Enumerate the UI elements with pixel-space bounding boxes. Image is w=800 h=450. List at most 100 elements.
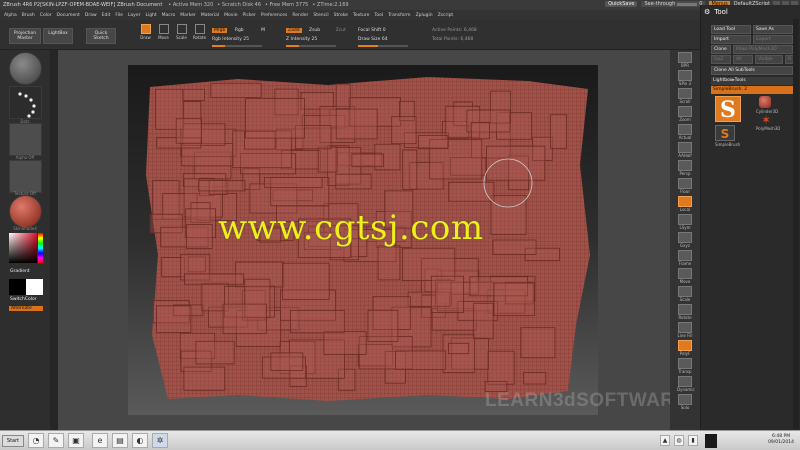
folder-icon[interactable]: ▤ [112,433,128,448]
menu-light[interactable]: Light [145,13,156,18]
tool-palette-header[interactable]: ⚙ Tool [701,5,800,19]
m-button[interactable]: M [261,28,265,33]
move-mode-button[interactable]: Move [156,24,171,42]
draw-size-slider[interactable]: Draw Size 64 [358,37,388,42]
lightbox-button[interactable]: LightBox [43,28,73,44]
ie-icon[interactable]: e [92,433,108,448]
app-icon-2[interactable]: ✎ [48,433,64,448]
shelf-line-fill-button[interactable]: Line Fill [677,322,693,338]
shelf-spix-3-button[interactable]: SPix 3 [677,70,693,86]
menu-render[interactable]: Render [292,13,308,18]
shelf-move-button[interactable]: Move [677,268,693,284]
menu-alpha[interactable]: Alpha [4,13,17,18]
zadd-button[interactable]: Zadd [286,28,302,33]
menu-color[interactable]: Color [40,13,52,18]
menu-marker[interactable]: Marker [180,13,196,18]
menu-macro[interactable]: Macro [162,13,176,18]
polymesh3d-star-icon[interactable]: ✶ [761,113,771,127]
shelf-persp-button[interactable]: Persp [677,160,693,176]
hue-strip[interactable] [38,233,43,263]
menu-transform[interactable]: Transform [388,13,410,18]
tray-icon-2[interactable]: ◍ [674,435,684,446]
secondary-color-swatch[interactable] [26,279,43,295]
lightbox-tools-button[interactable]: Lightbox▸Tools [711,77,796,85]
clone-button[interactable]: Clone [711,45,731,54]
brush-standard-icon[interactable] [9,52,42,85]
menu-file[interactable]: File [115,13,123,18]
shelf-zoom-button[interactable]: Zoom [677,106,693,122]
simplebrush-small-thumb[interactable]: S [715,125,735,141]
tray-icon-1[interactable]: ▲ [660,435,670,446]
menu-material[interactable]: Material [201,13,219,18]
menu-preferences[interactable]: Preferences [261,13,287,18]
make-polymesh-button[interactable]: Make PolyMesh3D [733,45,793,54]
menu-layer[interactable]: Layer [128,13,141,18]
menu-document[interactable]: Document [57,13,80,18]
menu-draw[interactable]: Draw [85,13,97,18]
see-through-slider[interactable]: See-through 0 [641,1,706,7]
color-picker[interactable] [9,233,37,263]
focal-shift-slider[interactable]: Focal Shift 0 [358,28,386,33]
switch-color-swatches[interactable] [9,279,43,295]
material-sphere-icon[interactable] [9,195,42,228]
alternate-button[interactable]: Alternate [9,306,43,311]
shelf-actual-button[interactable]: Actual [677,124,693,140]
menu-stroke[interactable]: Stroke [334,13,348,18]
texture-slot[interactable] [9,160,42,193]
mrgb-button[interactable]: Mrgb [212,28,228,33]
menu-picker[interactable]: Picker [242,13,255,18]
canvas-area[interactable]: www.cgtsj.com [58,50,670,430]
shelf-lsym-button[interactable]: LSym [677,214,693,230]
menu-texture[interactable]: Texture [353,13,369,18]
menu-tool[interactable]: Tool [374,13,383,18]
save-as-button[interactable]: Save As [753,25,793,34]
draw-mode-button[interactable]: Draw [138,24,153,42]
shelf-solo-button[interactable]: Solo [677,394,693,410]
visible-button[interactable]: Visible [755,55,783,64]
app-icon-6[interactable]: ◐ [132,433,148,448]
shelf-gxyz-button[interactable]: Gxyz [677,232,693,248]
cylinder3d-icon[interactable] [759,96,771,108]
left-tray-divider[interactable] [50,50,58,430]
z-intensity-slider[interactable]: Z Intensity 25 [286,37,317,42]
menu-zscript[interactable]: Zscript [438,13,454,18]
goz-button[interactable]: GoZ [711,55,731,64]
menu-stencil[interactable]: Stencil [313,13,328,18]
gear-icon[interactable]: ⚙ [704,8,710,16]
gradient-label[interactable]: Gradient [10,269,30,274]
shelf-rotate-button[interactable]: Rotate [677,304,693,320]
alpha-slot[interactable] [9,123,42,156]
menu-brush[interactable]: Brush [22,13,35,18]
tray-icon-4[interactable] [705,434,717,448]
menu-edit[interactable]: Edit [102,13,111,18]
menu-zplugin[interactable]: Zplugin [416,13,433,18]
quick-sketch-button[interactable]: Quick Sketch [86,28,116,44]
rgb-intensity-slider[interactable]: Rgb Intensity 25 [212,37,249,42]
all-button[interactable]: All [733,55,753,64]
zcut-button[interactable]: Zcut [336,28,346,33]
import-button[interactable]: Import [711,35,751,44]
shelf-scroll-button[interactable]: Scroll [677,88,693,104]
rotate-mode-button[interactable]: Rotate [192,24,207,42]
shelf-polyf-button[interactable]: PolyF [677,340,693,356]
shelf-aahalf-button[interactable]: AAHalf [677,142,693,158]
shelf-local-button[interactable]: Local [677,196,693,212]
main-color-swatch[interactable] [9,279,26,295]
stroke-dots-icon[interactable] [9,86,42,119]
shelf-dynamic-button[interactable]: Dynamic [677,376,695,392]
current-tool-label[interactable]: SimpleBrush. 2 [711,86,796,94]
shelf-bpr-button[interactable]: BPR [677,52,693,68]
shelf-floor-button[interactable]: Floor [677,178,693,194]
zbrush-taskbar-icon[interactable]: ✲ [152,433,168,448]
shelf-frame-button[interactable]: Frame [677,250,693,266]
system-clock[interactable]: 6:48 PM 09/01/2014 [768,434,794,446]
tray-icon-3[interactable]: ▮ [688,435,698,446]
zsub-button[interactable]: Zsub [309,28,320,33]
tool-palette-scrollbar[interactable] [793,19,799,429]
switch-color-label[interactable]: SwitchColor [10,297,37,302]
export-button[interactable]: Export [753,35,793,44]
menu-movie[interactable]: Movie [224,13,237,18]
app-icon-1[interactable]: ◔ [28,433,44,448]
clone-all-subtools-button[interactable]: Clone All SubTools [711,66,793,75]
simplebrush-large-thumb[interactable]: S [715,96,741,123]
